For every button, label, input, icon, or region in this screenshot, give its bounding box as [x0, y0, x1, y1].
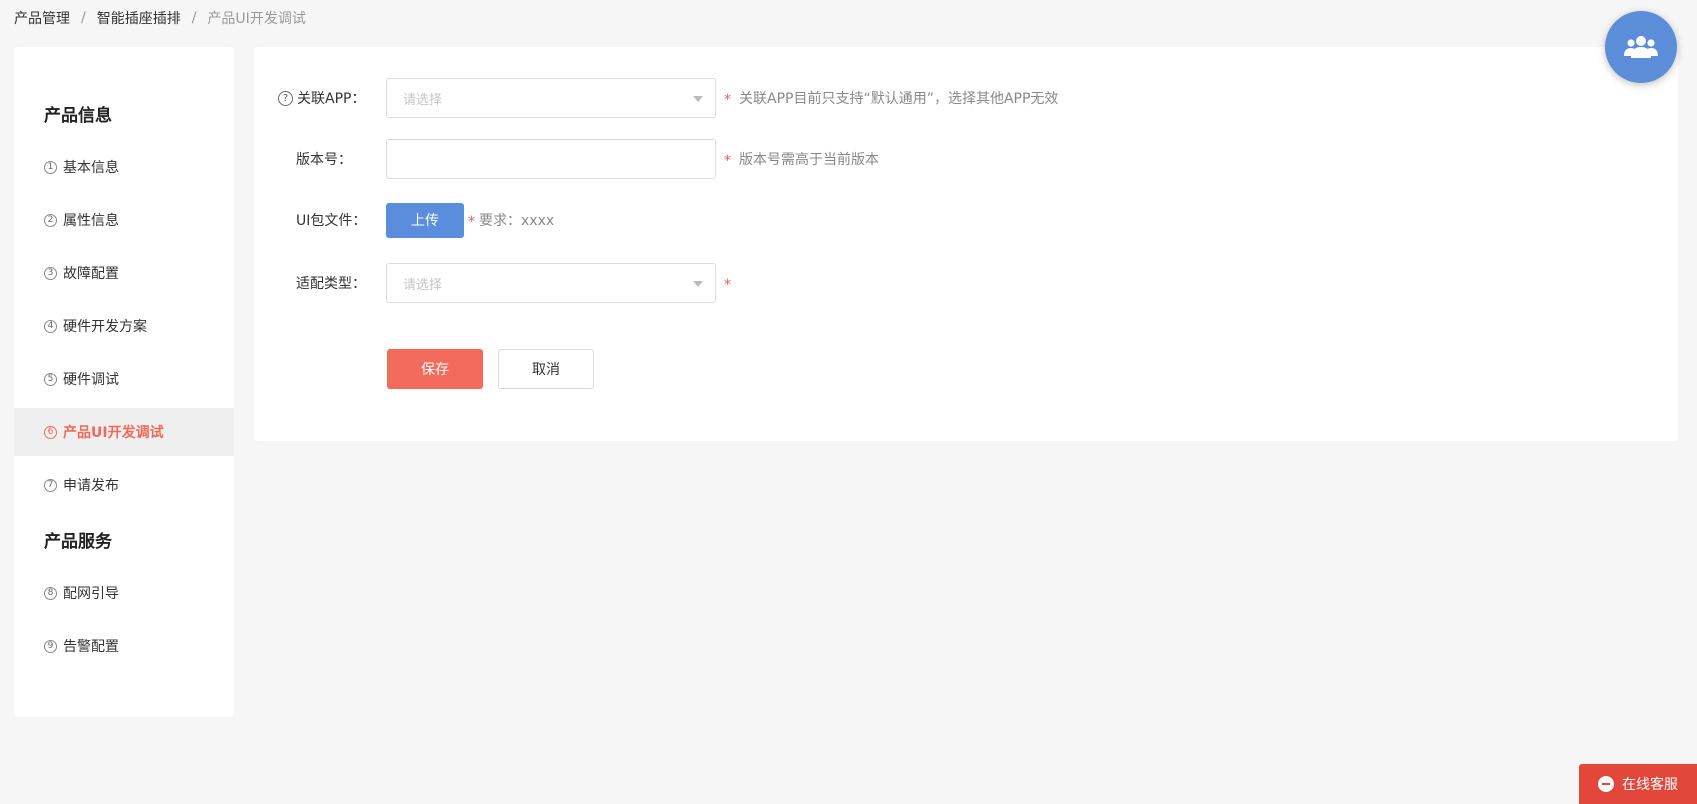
help-icon[interactable]: ?	[278, 90, 293, 106]
version-input[interactable]	[386, 139, 716, 179]
sidebar-item-label: 故障配置	[63, 266, 119, 282]
sidebar: 产品信息 1 基本信息 2 属性信息 3 故障配置 4 硬件开发方案 5 硬件调…	[14, 47, 234, 717]
version-field-label: 版本号：	[296, 152, 352, 168]
step-number-icon: 3	[44, 266, 57, 280]
breadcrumb: 产品管理 / 智能插座插排 / 产品UI开发调试	[14, 8, 306, 28]
form-panel: ? 关联APP： 请选择 * 关联APP目前只支持“默认通用”，选择其他APP无…	[254, 47, 1678, 441]
app-field-label: 关联APP：	[297, 91, 366, 107]
app-select[interactable]: 请选择	[386, 78, 716, 118]
step-number-icon: 1	[44, 160, 57, 174]
step-number-icon: 2	[44, 213, 57, 227]
sidebar-group-product-info: 产品信息	[44, 106, 112, 126]
ui-package-hint: 要求：xxxx	[479, 213, 555, 229]
form-row-app: ? 关联APP： 请选择 * 关联APP目前只支持“默认通用”，选择其他APP无…	[254, 78, 1058, 118]
sidebar-item-attribute-info[interactable]: 2 属性信息	[14, 196, 234, 244]
sidebar-item-hardware-debug[interactable]: 5 硬件调试	[14, 355, 234, 403]
sidebar-item-ui-debug[interactable]: 6 产品UI开发调试	[14, 408, 234, 456]
app-select-placeholder: 请选择	[403, 92, 443, 108]
form-row-adapt-type: 适配类型： 请选择 *	[254, 263, 731, 303]
sidebar-item-label: 硬件开发方案	[63, 319, 147, 335]
sidebar-item-hardware-plan[interactable]: 4 硬件开发方案	[14, 302, 234, 350]
chevron-down-icon	[693, 96, 703, 102]
save-button[interactable]: 保存	[387, 349, 483, 389]
form-row-version: 版本号： * 版本号需高于当前版本	[254, 139, 879, 179]
step-number-icon: 6	[44, 425, 57, 439]
adapt-type-field-label-wrap: 适配类型：	[254, 273, 386, 293]
adapt-type-select-placeholder: 请选择	[403, 277, 443, 293]
step-number-icon: 9	[44, 639, 57, 653]
form-row-ui-package: UI包文件： 上传 * 要求：xxxx	[254, 200, 554, 240]
step-number-icon: 8	[44, 586, 57, 600]
required-mark: *	[724, 277, 731, 293]
upload-button[interactable]: 上传	[386, 202, 464, 238]
adapt-type-select[interactable]: 请选择	[386, 263, 716, 303]
online-support-button[interactable]: 在线客服	[1579, 764, 1697, 804]
breadcrumb-item-smart-socket[interactable]: 智能插座插排	[97, 8, 181, 28]
users-float-button[interactable]	[1605, 11, 1677, 83]
step-number-icon: 7	[44, 478, 57, 492]
sidebar-item-fault-config[interactable]: 3 故障配置	[14, 249, 234, 297]
sidebar-item-label: 产品UI开发调试	[63, 425, 164, 441]
breadcrumb-item-product-management[interactable]: 产品管理	[14, 8, 70, 28]
sidebar-item-apply-release[interactable]: 7 申请发布	[14, 461, 234, 509]
online-support-label: 在线客服	[1622, 777, 1678, 793]
required-mark: *	[724, 153, 731, 169]
chat-icon	[1598, 776, 1614, 792]
sidebar-item-basic-info[interactable]: 1 基本信息	[14, 143, 234, 191]
sidebar-item-label: 配网引导	[63, 586, 119, 602]
ui-package-field-label-wrap: UI包文件：	[254, 210, 386, 230]
adapt-type-field-label: 适配类型：	[296, 276, 366, 292]
sidebar-item-label: 告警配置	[63, 639, 119, 655]
app-field-label-wrap: ? 关联APP：	[254, 88, 386, 108]
sidebar-item-label: 申请发布	[63, 478, 119, 494]
sidebar-group-product-service: 产品服务	[44, 532, 112, 552]
required-mark: *	[468, 214, 475, 230]
chevron-down-icon	[693, 281, 703, 287]
users-group-icon	[1624, 36, 1658, 58]
breadcrumb-item-current: 产品UI开发调试	[207, 11, 306, 27]
required-mark: *	[724, 92, 731, 108]
sidebar-item-alarm-config[interactable]: 9 告警配置	[14, 622, 234, 670]
sidebar-item-network-guide[interactable]: 8 配网引导	[14, 569, 234, 617]
sidebar-item-label: 属性信息	[63, 213, 119, 229]
version-field-label-wrap: 版本号：	[254, 149, 386, 169]
sidebar-item-label: 基本信息	[63, 160, 119, 176]
app-field-hint: 关联APP目前只支持“默认通用”，选择其他APP无效	[739, 91, 1059, 107]
step-number-icon: 4	[44, 319, 57, 333]
breadcrumb-separator: /	[81, 10, 86, 26]
ui-package-field-label: UI包文件：	[296, 213, 367, 229]
sidebar-item-label: 硬件调试	[63, 372, 119, 388]
version-field-hint: 版本号需高于当前版本	[739, 152, 879, 168]
step-number-icon: 5	[44, 372, 57, 386]
breadcrumb-separator: /	[191, 10, 197, 26]
cancel-button[interactable]: 取消	[498, 349, 594, 389]
